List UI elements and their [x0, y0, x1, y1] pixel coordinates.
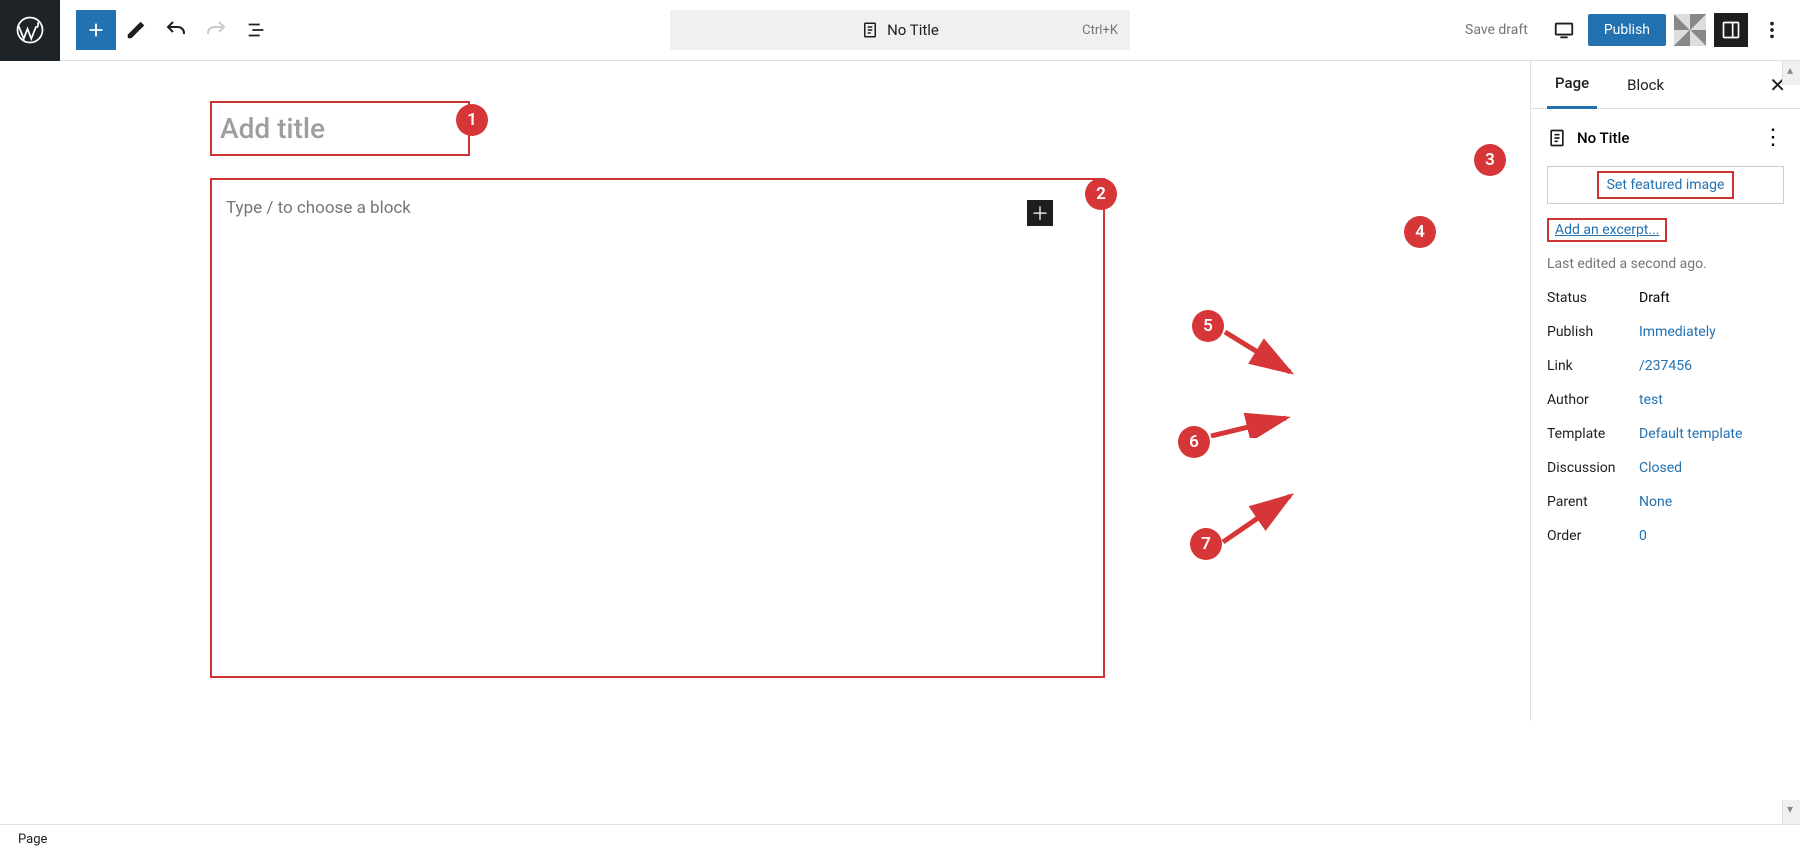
page-icon [1547, 128, 1567, 148]
command-bar[interactable]: No Title Ctrl+K [670, 10, 1130, 50]
meta-row-status: StatusDraft [1547, 290, 1784, 306]
annotation-badge-5: 5 [1192, 310, 1224, 342]
meta-row-link: Link/237456 [1547, 358, 1784, 374]
options-menu-button[interactable] [1752, 10, 1792, 50]
title-placeholder: Add title [220, 112, 325, 145]
breadcrumb[interactable]: Page [18, 832, 47, 847]
meta-row-publish: PublishImmediately [1547, 324, 1784, 340]
redo-button[interactable] [196, 10, 236, 50]
settings-sidebar-toggle[interactable] [1714, 13, 1748, 47]
editor-main: Add title Type / to choose a block ＋ Pag… [0, 61, 1800, 721]
meta-label: Parent [1547, 494, 1639, 510]
content-placeholder: Type / to choose a block [226, 198, 411, 218]
breadcrumb-bar: Page [0, 824, 1800, 854]
meta-value-publish[interactable]: Immediately [1639, 324, 1716, 340]
add-excerpt-button[interactable]: Add an excerpt... [1547, 218, 1667, 242]
meta-value-discussion[interactable]: Closed [1639, 460, 1682, 476]
command-shortcut: Ctrl+K [1082, 23, 1118, 38]
meta-value-order[interactable]: 0 [1639, 528, 1647, 544]
meta-row-order: Order0 [1547, 528, 1784, 544]
meta-value-link[interactable]: /237456 [1639, 358, 1692, 374]
sidebar-tabs: Page Block ✕ [1531, 61, 1800, 109]
meta-value-author[interactable]: test [1639, 392, 1663, 408]
tools-button[interactable] [116, 10, 156, 50]
tab-page[interactable]: Page [1547, 61, 1597, 109]
meta-row-author: Authortest [1547, 392, 1784, 408]
wordpress-logo-icon[interactable] [0, 0, 60, 61]
meta-label: Publish [1547, 324, 1639, 340]
add-block-button[interactable]: ＋ [1027, 200, 1053, 226]
page-icon [861, 21, 879, 39]
tab-block[interactable]: Block [1619, 62, 1672, 108]
annotation-badge-3: 3 [1474, 144, 1506, 176]
editor-canvas: Add title Type / to choose a block ＋ [0, 61, 1530, 721]
meta-label: Status [1547, 290, 1639, 306]
top-toolbar: No Title Ctrl+K Save draft Publish [0, 0, 1800, 61]
annotation-badge-7: 7 [1190, 528, 1222, 560]
post-content-area[interactable]: Type / to choose a block ＋ [210, 178, 1105, 678]
meta-label: Order [1547, 528, 1639, 544]
meta-label: Link [1547, 358, 1639, 374]
document-overview-button[interactable] [236, 10, 276, 50]
annotation-arrow-5 [1220, 322, 1300, 382]
publish-button[interactable]: Publish [1588, 14, 1666, 46]
meta-label: Template [1547, 426, 1639, 442]
annotation-arrow-6 [1206, 408, 1296, 438]
annotation-badge-4: 4 [1404, 216, 1436, 248]
set-featured-image-button[interactable]: Set featured image [1597, 171, 1735, 199]
last-edited-label: Last edited a second ago. [1547, 256, 1784, 272]
meta-row-parent: ParentNone [1547, 494, 1784, 510]
user-avatar[interactable] [1674, 14, 1706, 46]
meta-value-template[interactable]: Default template [1639, 426, 1742, 442]
annotation-badge-1: 1 [456, 104, 488, 136]
sidebar-document-title: No Title [1577, 129, 1629, 147]
undo-button[interactable] [156, 10, 196, 50]
annotation-badge-6: 6 [1178, 426, 1210, 458]
view-preview-button[interactable] [1544, 10, 1584, 50]
meta-row-discussion: DiscussionClosed [1547, 460, 1784, 476]
scrollbar-up[interactable] [1782, 61, 1800, 85]
document-title: No Title [887, 21, 939, 39]
annotation-arrow-7 [1218, 490, 1298, 548]
settings-sidebar: Page Block ✕ No Title ⋮ Set featured ima… [1530, 61, 1800, 721]
annotation-badge-2: 2 [1085, 178, 1117, 210]
meta-value-parent[interactable]: None [1639, 494, 1672, 510]
meta-value-status[interactable]: Draft [1639, 290, 1670, 306]
scrollbar-down[interactable] [1782, 800, 1800, 824]
meta-label: Discussion [1547, 460, 1639, 476]
featured-image-panel: Set featured image [1547, 166, 1784, 204]
meta-row-template: TemplateDefault template [1547, 426, 1784, 442]
save-draft-button[interactable]: Save draft [1453, 14, 1540, 46]
block-inserter-button[interactable] [76, 10, 116, 50]
post-title-input[interactable]: Add title [210, 101, 470, 156]
sidebar-actions-button[interactable]: ⋮ [1762, 125, 1784, 150]
meta-label: Author [1547, 392, 1639, 408]
